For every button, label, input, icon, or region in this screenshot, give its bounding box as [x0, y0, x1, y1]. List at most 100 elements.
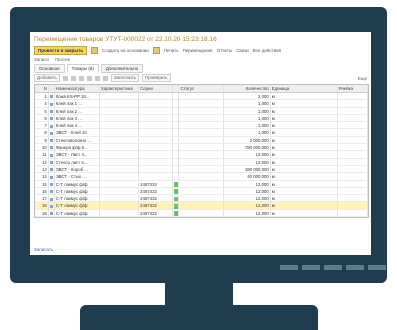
table-row[interactable]: 14 ЭВСТ - Стык ... 40 000,000 м [35, 173, 368, 181]
row-series[interactable] [139, 129, 173, 136]
row-characteristic[interactable] [100, 122, 140, 129]
row-quantity[interactable]: 12,000 [224, 187, 271, 195]
row-nomenclature[interactable]: ЭВСТ - Стык ... [55, 173, 100, 180]
row-characteristic[interactable] [100, 93, 140, 100]
row-number[interactable]: 19 [35, 209, 49, 217]
col-cell[interactable]: Ячейка [338, 85, 368, 92]
table-row[interactable]: 16 С-Т лакмус ф/ф 2487432 12,000 м [35, 187, 368, 196]
nav-other[interactable]: Прочее [55, 57, 71, 62]
row-quantity[interactable]: 2,000 [224, 93, 271, 100]
row-unit[interactable]: м [271, 114, 338, 122]
row-unit[interactable]: м [271, 129, 338, 136]
row-number[interactable]: 13 [35, 165, 49, 173]
row-unit[interactable]: м [271, 100, 338, 107]
row-nomenclature[interactable]: Клей лак 1 ... [55, 100, 100, 107]
row-series[interactable]: 2487432 [139, 195, 173, 202]
row-quantity[interactable]: 1,000 [224, 100, 271, 107]
row-number[interactable]: 6 [35, 114, 49, 122]
row-characteristic[interactable] [100, 129, 140, 136]
table-row[interactable]: 12 Стекло лист 4... 12,000 м [35, 158, 368, 166]
row-status[interactable] [179, 173, 224, 180]
row-unit[interactable]: м [271, 144, 338, 151]
row-series[interactable] [139, 114, 173, 122]
row-cell[interactable] [338, 114, 368, 122]
col-characteristic[interactable]: Характеристика [100, 85, 140, 92]
col-unit[interactable]: Единица [271, 85, 338, 92]
col-series[interactable]: Серии [139, 85, 173, 92]
table-row[interactable]: 8 ЭВСТ - Клей 10 1,000 м [35, 129, 368, 137]
row-status[interactable] [179, 100, 224, 107]
move-down-icon[interactable] [86, 75, 92, 81]
row-status[interactable] [179, 202, 224, 209]
row-characteristic[interactable] [100, 187, 140, 195]
checkbox-icon[interactable] [173, 181, 179, 187]
row-check[interactable] [173, 107, 180, 114]
nav-records[interactable]: Записи [34, 57, 49, 62]
row-characteristic[interactable] [100, 173, 140, 180]
row-status[interactable] [179, 209, 224, 217]
col-quantity[interactable]: Количество [224, 85, 271, 92]
row-quantity[interactable]: 780 000,000 [224, 144, 271, 151]
row-characteristic[interactable] [100, 209, 140, 217]
row-nomenclature[interactable]: Клей лак 4 ... [55, 122, 100, 129]
row-nomenclature[interactable]: Клей лак 3 ... [55, 114, 100, 122]
table-row[interactable]: 4 Клей лак 1 ... 1,000 м [35, 100, 368, 108]
row-status[interactable] [179, 158, 224, 165]
row-number[interactable]: 17 [35, 195, 49, 202]
row-cell[interactable] [338, 136, 368, 144]
row-cell[interactable] [338, 187, 368, 195]
row-quantity[interactable]: 40 000,000 [224, 173, 271, 180]
row-cell[interactable] [338, 165, 368, 173]
row-nomenclature[interactable]: ЭВСТ - Клей 10 [55, 129, 100, 136]
row-nomenclature[interactable]: Фанера ф/ф 6... [55, 144, 100, 151]
row-cell[interactable] [338, 180, 368, 187]
row-check[interactable] [173, 180, 180, 187]
row-status[interactable] [179, 107, 224, 114]
row-characteristic[interactable] [100, 151, 140, 158]
row-status[interactable] [179, 136, 224, 144]
fill-button[interactable]: Заполнить [110, 74, 139, 82]
row-unit[interactable]: м [271, 107, 338, 114]
row-series[interactable] [139, 93, 173, 100]
create-based-button[interactable]: Создать на основании [102, 48, 149, 53]
post-close-button[interactable]: Провести и закрыть [34, 45, 88, 55]
row-status[interactable] [179, 151, 224, 158]
row-nomenclature[interactable]: Стекло лист 4... [55, 158, 100, 165]
row-unit[interactable]: м [271, 209, 338, 217]
table-row[interactable]: 9 Стекловолокно ... 2 000,000 м [35, 136, 368, 145]
row-nomenclature[interactable]: С-Т лакмус ф/ф [55, 187, 100, 195]
row-series[interactable]: 2487432 [139, 202, 173, 209]
row-characteristic[interactable] [100, 107, 140, 114]
row-unit[interactable]: м [271, 136, 338, 144]
table-row[interactable]: 7 Клей лак 4 ... 1,000 м [35, 122, 368, 130]
row-nomenclature[interactable]: Стекловолокно ... [55, 136, 100, 144]
row-number[interactable]: 18 [35, 202, 49, 209]
row-characteristic[interactable] [100, 195, 140, 202]
tab-goods[interactable]: Товары (8) [66, 64, 99, 73]
row-nomenclature[interactable]: С-Т лакмус ф/ф [55, 202, 100, 209]
row-series[interactable] [139, 165, 173, 173]
row-number[interactable]: 12 [35, 158, 49, 165]
col-status[interactable]: Статус [179, 85, 224, 92]
move-button[interactable]: Перемещение [183, 48, 213, 53]
row-check[interactable] [173, 187, 180, 195]
row-status[interactable] [179, 187, 224, 195]
row-quantity[interactable]: 12,000 [224, 151, 271, 158]
checkbox-icon[interactable] [173, 203, 179, 209]
row-check[interactable] [173, 129, 180, 136]
table-row[interactable]: 18 С-Т лакмус ф/ф 2487432 12,000 м [35, 202, 368, 210]
row-series[interactable] [139, 136, 173, 144]
row-check[interactable] [173, 173, 180, 180]
row-nomenclature[interactable]: ЭВСТ - Короб ... [55, 165, 100, 173]
row-quantity[interactable]: 12,000 [224, 209, 271, 217]
row-cell[interactable] [338, 100, 368, 107]
print-button[interactable]: Печать [164, 48, 179, 53]
reports-button[interactable]: Отчеты [217, 48, 233, 53]
row-unit[interactable]: м [271, 195, 338, 202]
save-link[interactable]: Записать [34, 247, 53, 252]
row-cell[interactable] [338, 195, 368, 202]
row-quantity[interactable]: 1,000 [224, 129, 271, 136]
more-button[interactable]: Еще [358, 76, 367, 81]
row-unit[interactable]: м [271, 151, 338, 158]
row-status[interactable] [179, 114, 224, 122]
